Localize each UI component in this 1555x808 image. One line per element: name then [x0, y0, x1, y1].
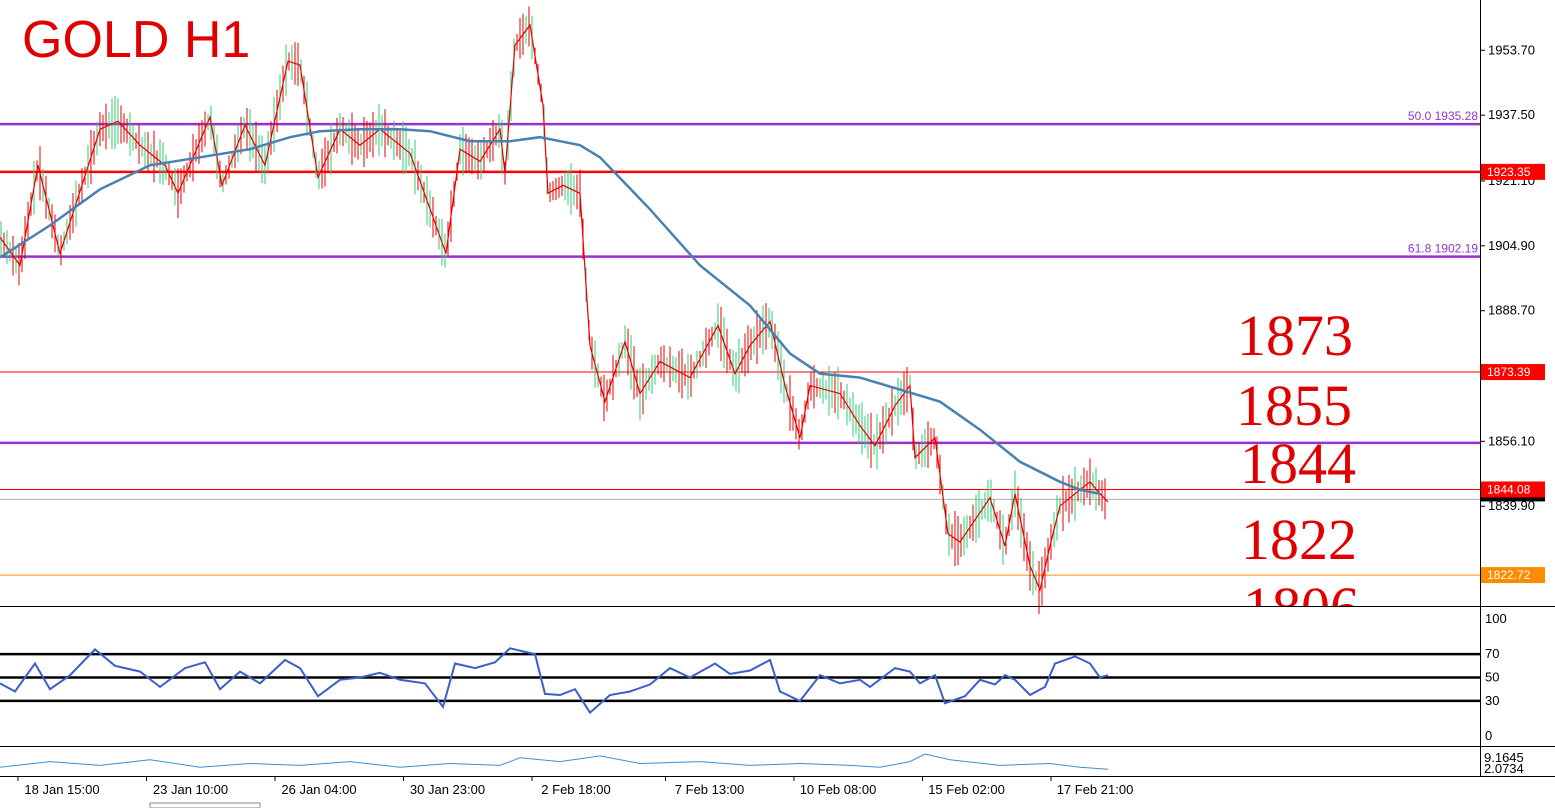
time-tick-label: 2 Feb 18:00	[541, 782, 610, 797]
time-tick-label: 30 Jan 23:00	[410, 782, 485, 797]
rsi-panel	[0, 647, 1480, 715]
rsi-line	[0, 647, 1109, 715]
level-text-1822: 1822	[1241, 507, 1357, 572]
price-tag-label: 1822.72	[1487, 568, 1531, 582]
time-tick-label: 23 Jan 10:00	[153, 782, 228, 797]
level-text-1806: 1806	[1243, 578, 1359, 606]
time-tick-label: 7 Feb 13:00	[675, 782, 744, 797]
price-tick-label: 1888.70	[1488, 303, 1535, 318]
level-text-1873: 1873	[1237, 303, 1353, 368]
level-text-1844: 1844	[1240, 431, 1356, 496]
price-tag-label: 1923.35	[1487, 165, 1531, 179]
zigzag-price-line	[0, 23, 1109, 592]
level-text-1855: 1855	[1236, 373, 1352, 438]
price-tick-label: 1953.70	[1488, 42, 1535, 57]
indicator-tick-label: 2.0734	[1484, 761, 1524, 776]
price-tick-label: 1856.10	[1488, 433, 1535, 448]
level-text-1806-clip: 1806	[1230, 578, 1360, 606]
time-tick-label: 15 Feb 02:00	[928, 782, 1005, 797]
price-tag-label: 1844.08	[1487, 482, 1531, 496]
scroll-thumb	[149, 802, 261, 808]
lower-indicator-line	[0, 753, 1109, 770]
fib-label-0: 50.0 1935.28	[1408, 109, 1478, 123]
time-tick-label: 26 Jan 04:00	[281, 782, 356, 797]
lower-indicator-panel	[0, 753, 1109, 770]
fib-label-2: 61.8 1902.19	[1408, 242, 1478, 256]
rsi-tick-label: 100	[1485, 611, 1507, 626]
rsi-tick-label: 50	[1485, 670, 1499, 685]
rsi-tick-label: 70	[1485, 646, 1499, 661]
time-tick-label: 10 Feb 08:00	[800, 782, 877, 797]
time-tick-label: 17 Feb 21:00	[1057, 782, 1134, 797]
rsi-tick-label: 0	[1485, 728, 1492, 743]
current-price-tag	[1481, 497, 1545, 502]
price-tick-label: 1904.90	[1488, 238, 1535, 253]
time-tick-label: 18 Jan 15:00	[24, 782, 99, 797]
rsi-tick-label: 30	[1485, 693, 1499, 708]
chart-title: GOLD H1	[22, 11, 251, 69]
price-tick-label: 1937.50	[1488, 107, 1535, 122]
price-tag-label: 1873.39	[1487, 365, 1531, 379]
